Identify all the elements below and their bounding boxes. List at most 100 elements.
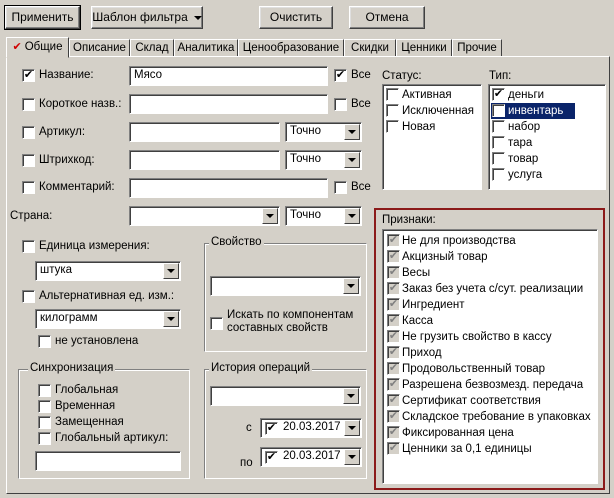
unit-checkbox[interactable] [22,240,35,253]
attribute-label: Ценники за 0,1 единицы [402,443,532,455]
type-item-label: инвентарь [508,105,564,117]
alt-unit-checkbox[interactable] [22,290,35,303]
dropdown-arrow-icon[interactable] [344,152,360,168]
date-from-label: с [246,422,252,434]
short-name-checkbox[interactable] [22,98,35,111]
status-checkbox[interactable] [386,120,399,133]
article-mode-value: Точно [290,125,322,137]
sync-replaced-checkbox[interactable] [38,416,51,429]
date-from-dropdown[interactable] [343,419,361,437]
attribute-checkbox[interactable]: ✔ [387,362,400,375]
comment-label: Комментарий: [39,181,115,193]
attribute-checkbox[interactable]: ✔ [387,234,400,247]
status-checkbox[interactable] [386,88,399,101]
property-search-checkbox[interactable] [210,317,223,330]
type-listbox[interactable]: ✔ деньги ✔ инвентарь набор тара товар услу… [488,84,606,190]
date-to-checkbox[interactable]: ✔ [265,451,278,464]
sync-replaced-label: Замещенная [55,416,124,428]
tab-warehouse[interactable]: Склад [130,39,174,57]
type-checkbox[interactable] [492,120,505,133]
attribute-label: Касса [402,315,433,327]
barcode-input[interactable] [129,150,280,170]
comment-checkbox[interactable] [22,181,35,194]
filter-template-button[interactable]: Шаблон фильтра [91,6,203,29]
attribute-checkbox[interactable]: ✔ [387,282,400,295]
property-group-title: Свойство [209,236,264,248]
type-checkbox[interactable] [492,152,505,165]
article-input[interactable] [129,122,280,142]
attribute-checkbox[interactable]: ✔ [387,394,400,407]
date-from-checkbox[interactable]: ✔ [265,422,278,435]
attribute-checkbox[interactable]: ✔ [387,442,400,455]
clear-button[interactable]: Очистить [259,6,333,29]
type-checkbox[interactable]: ✔ [492,88,505,101]
attribute-checkbox[interactable]: ✔ [387,298,400,311]
property-select[interactable] [210,276,361,296]
short-name-input[interactable] [129,94,328,114]
article-mode-select[interactable]: Точно [285,122,362,142]
type-item-label: товар [508,153,539,165]
not-set-checkbox[interactable] [38,335,51,348]
dropdown-arrow-icon[interactable] [344,124,360,140]
date-to-dropdown[interactable] [343,448,361,466]
dropdown-arrow-icon[interactable] [163,311,179,327]
tab-discounts[interactable]: Скидки [344,39,396,57]
article-label: Артикул: [39,126,86,138]
type-item-money[interactable]: ✔ деньги [491,87,575,103]
tab-label: Общие [24,41,63,53]
type-label: Тип: [489,70,512,82]
name-input[interactable]: Мясо [129,66,328,86]
history-select[interactable] [210,386,361,406]
attribute-checkbox[interactable]: ✔ [387,250,400,263]
attribute-checkbox[interactable]: ✔ [387,426,400,439]
date-from-picker[interactable]: ✔ 20.03.2017 [260,418,362,438]
short-name-all-checkbox[interactable] [334,98,347,111]
type-checkbox[interactable] [492,136,505,149]
type-item-inventory[interactable]: ✔ инвентарь [491,103,575,119]
status-listbox[interactable]: Активная Исключенная Новая [382,84,482,190]
attribute-checkbox[interactable]: ✔ [387,314,400,327]
type-checkbox[interactable]: ✔ [492,104,505,117]
sync-temporary-checkbox[interactable] [38,400,51,413]
dropdown-arrow-icon[interactable] [344,208,360,224]
sync-global-article-checkbox[interactable] [38,432,51,445]
attribute-checkbox[interactable]: ✔ [387,330,400,343]
tab-other[interactable]: Прочие [452,39,502,57]
alt-unit-select[interactable]: килограмм [35,309,181,329]
property-group [204,243,367,352]
dropdown-arrow-icon[interactable] [163,263,179,279]
attribute-checkbox[interactable]: ✔ [387,346,400,359]
attributes-listbox[interactable]: ✔ Не для производства ✔ Акцизный товар ✔ Ве… [382,229,598,484]
country-mode-select[interactable]: Точно [285,206,362,226]
unit-select[interactable]: штука [35,261,181,281]
global-article-input[interactable] [35,451,181,471]
comment-all-checkbox[interactable] [334,181,347,194]
dropdown-arrow-icon[interactable] [343,388,359,404]
dropdown-arrow-icon[interactable] [343,278,359,294]
country-select[interactable] [129,206,280,226]
apply-button[interactable]: Применить [4,5,81,30]
cancel-button[interactable]: Отмена [349,6,425,29]
dropdown-arrow-icon[interactable] [262,208,278,224]
status-checkbox[interactable] [386,104,399,117]
name-all-checkbox[interactable]: ✔ [334,69,347,82]
tab-analytics[interactable]: Аналитика [174,39,238,57]
name-checkbox[interactable]: ✔ [22,69,35,82]
tab-price-tags[interactable]: Ценники [396,39,452,57]
barcode-mode-select[interactable]: Точно [285,150,362,170]
attribute-checkbox[interactable]: ✔ [387,266,400,279]
attribute-checkbox[interactable]: ✔ [387,378,400,391]
article-checkbox[interactable] [22,126,35,139]
tab-general[interactable]: ✔ Общие [6,37,69,58]
sync-global-checkbox[interactable] [38,384,51,397]
date-to-picker[interactable]: ✔ 20.03.2017 [260,447,362,467]
attribute-checkbox[interactable]: ✔ [387,410,400,423]
dropdown-arrow-icon[interactable] [344,420,360,436]
dropdown-arrow-icon[interactable] [344,449,360,465]
type-checkbox[interactable] [492,168,505,181]
tab-description[interactable]: Описание [69,39,130,57]
attribute-label: Продовольственный товар [402,363,546,375]
tab-pricing[interactable]: Ценообразование [238,39,344,57]
comment-input[interactable] [129,178,328,198]
barcode-checkbox[interactable] [22,154,35,167]
